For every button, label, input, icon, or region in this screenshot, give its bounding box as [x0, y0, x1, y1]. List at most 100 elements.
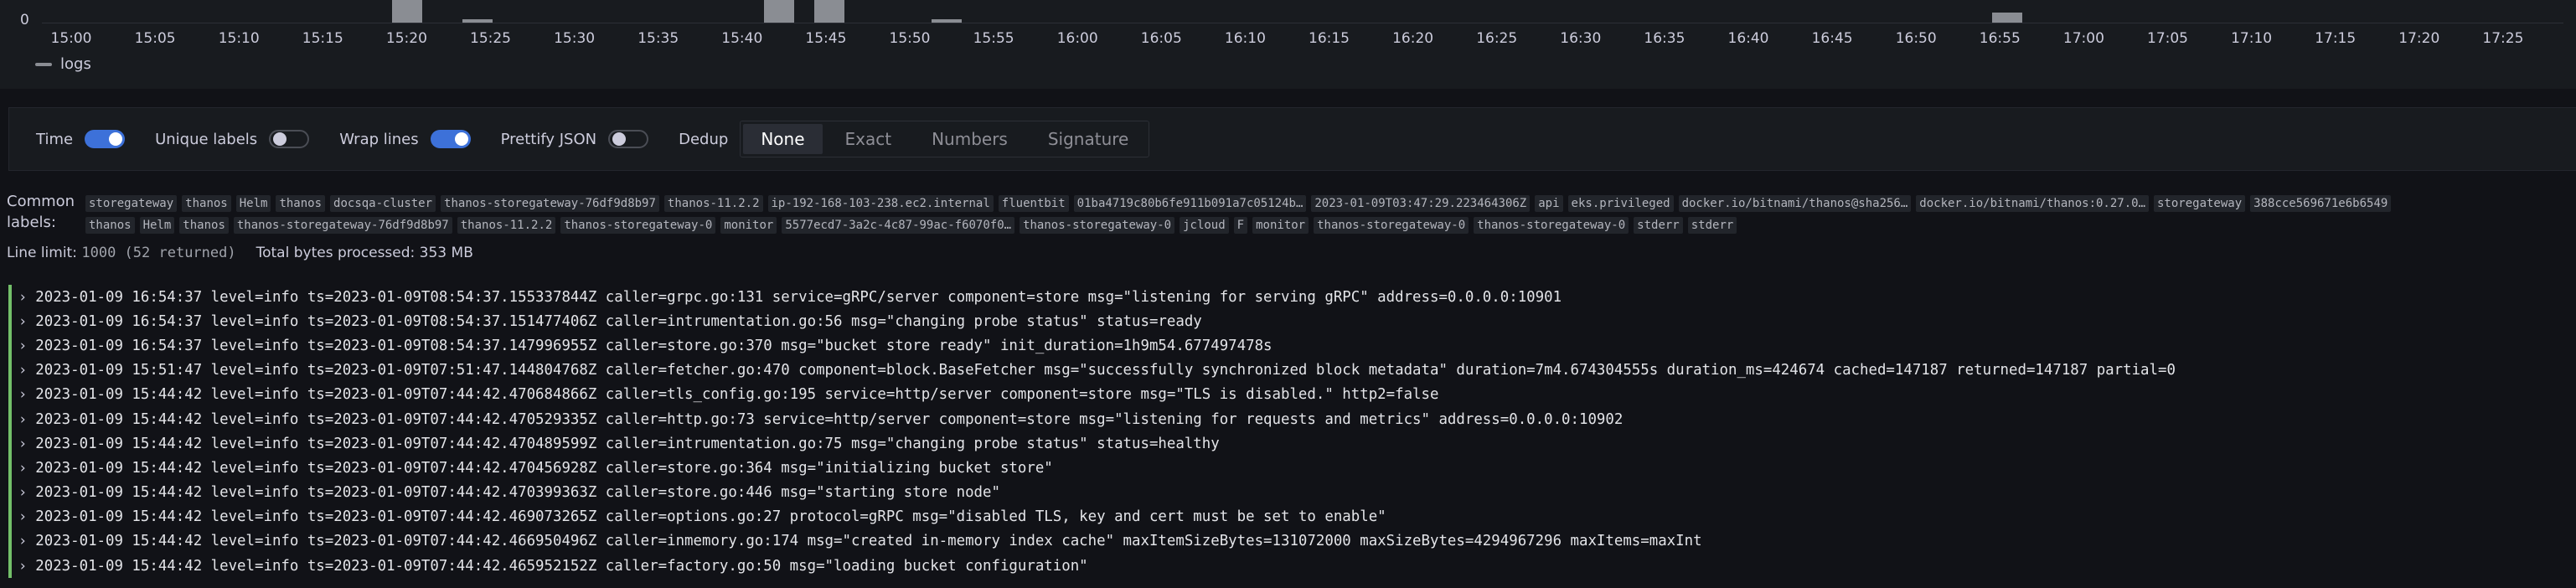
label-chip[interactable]: thanos-storegateway-0: [560, 217, 716, 234]
label-chip[interactable]: thanos-storegateway-76df9d8b97: [233, 217, 452, 234]
chevron-right-icon[interactable]: ›: [18, 533, 27, 549]
label-chip[interactable]: stderr: [1687, 217, 1737, 234]
label-chip[interactable]: docker.io/bitnami/thanos:0.27.0…: [1916, 195, 2149, 212]
log-row[interactable]: › 2023-01-09 16:54:37 level=info ts=2023-…: [8, 309, 2576, 334]
label-chip[interactable]: thanos-storegateway-76df9d8b97: [441, 195, 659, 212]
label-chip[interactable]: thanos: [179, 217, 229, 234]
log-row[interactable]: › 2023-01-09 15:44:42 level=info ts=2023-…: [8, 480, 2576, 505]
chevron-right-icon[interactable]: ›: [18, 338, 27, 354]
chevron-right-icon[interactable]: ›: [18, 313, 27, 330]
chevron-right-icon[interactable]: ›: [18, 386, 27, 403]
x-axis-tick: 15:15: [302, 30, 343, 47]
label-chip[interactable]: monitor: [720, 217, 777, 234]
unique-labels-toggle[interactable]: [269, 130, 310, 148]
label-chip[interactable]: thanos-storegateway-0: [1020, 217, 1175, 234]
label-chip[interactable]: thanos-storegateway-0: [1474, 217, 1629, 234]
log-row[interactable]: › 2023-01-09 15:44:42 level=info ts=2023-…: [8, 456, 2576, 481]
chevron-right-icon[interactable]: ›: [18, 460, 27, 477]
unique-labels-toggle-label: Unique labels: [155, 130, 258, 148]
log-row[interactable]: › 2023-01-09 15:44:42 level=info ts=2023-…: [8, 406, 2576, 432]
log-row[interactable]: › 2023-01-09 16:54:37 level=info ts=2023-…: [8, 333, 2576, 358]
log-row[interactable]: › 2023-01-09 16:54:37 level=info ts=2023-…: [8, 285, 2576, 310]
bytes-processed: Total bytes processed: 353 MB: [256, 245, 473, 261]
legend-item-logs[interactable]: logs: [35, 55, 91, 73]
label-chip[interactable]: api: [1535, 195, 1563, 212]
label-chip[interactable]: F: [1233, 217, 1248, 234]
chevron-right-icon[interactable]: ›: [18, 484, 27, 501]
chevron-right-icon[interactable]: ›: [18, 558, 27, 575]
histogram-bar[interactable]: [462, 19, 493, 23]
histogram-bar[interactable]: [814, 0, 844, 23]
label-chip[interactable]: docsqa-cluster: [330, 195, 436, 212]
prettify-json-toggle-label: Prettify JSON: [500, 130, 597, 148]
logs-volume-histogram: 0 15:00 15:05 15:10 15:15 15:20 15:25 15:30 15:…: [0, 0, 2576, 89]
label-chip[interactable]: storegateway: [85, 195, 178, 212]
dedup-option-exact[interactable]: Exact: [825, 121, 912, 157]
histogram-bar[interactable]: [932, 19, 962, 23]
label-chip[interactable]: 01ba4719c80b6fe911b091a7c05124b…: [1073, 195, 1307, 212]
toggle-knob: [612, 132, 627, 146]
x-axis-tick: 16:20: [1392, 30, 1434, 47]
query-stats: Line limit: 1000 (52 returned) Total byt…: [7, 245, 473, 261]
x-axis-tick: 15:45: [805, 30, 847, 47]
label-chip[interactable]: thanos: [276, 195, 326, 212]
label-chip[interactable]: storegateway: [2154, 195, 2246, 212]
dedup-group: Dedup None Exact Numbers Signature: [679, 121, 1150, 157]
dedup-option-numbers[interactable]: Numbers: [911, 121, 1028, 157]
common-labels-title-line2: labels:: [7, 214, 56, 231]
label-chip[interactable]: 2023-01-09T03:47:29.223464306Z: [1311, 195, 1531, 212]
chevron-right-icon[interactable]: ›: [18, 411, 27, 428]
x-axis-tick: 16:00: [1056, 30, 1098, 47]
label-chip[interactable]: fluentbit: [998, 195, 1069, 212]
log-line-text: 2023-01-09 16:54:37 level=info ts=2023-0…: [35, 288, 1562, 306]
label-chip[interactable]: monitor: [1252, 217, 1309, 234]
time-toggle[interactable]: [85, 130, 126, 148]
label-chip[interactable]: docker.io/bitnami/thanos@sha256…: [1678, 195, 1912, 212]
line-limit-label: Line limit:: [7, 245, 77, 261]
label-chip[interactable]: Helm: [139, 217, 175, 234]
label-chip[interactable]: thanos: [85, 217, 135, 234]
log-row[interactable]: › 2023-01-09 15:44:42 level=info ts=2023-…: [8, 554, 2576, 579]
label-chip[interactable]: 388cce569671e6b6549: [2250, 195, 2392, 212]
chevron-right-icon[interactable]: ›: [18, 508, 27, 525]
common-labels-title-line1: Common: [7, 193, 75, 210]
log-line-text: 2023-01-09 15:44:42 level=info ts=2023-0…: [35, 484, 1000, 502]
label-chip[interactable]: jcloud: [1180, 217, 1229, 234]
wrap-lines-toggle-group: Wrap lines: [339, 130, 471, 148]
log-row[interactable]: › 2023-01-09 15:44:42 level=info ts=2023-…: [8, 431, 2576, 456]
dedup-option-signature[interactable]: Signature: [1028, 121, 1149, 157]
x-axis-tick: 16:40: [1727, 30, 1769, 47]
chevron-right-icon[interactable]: ›: [18, 289, 27, 306]
log-row[interactable]: › 2023-01-09 15:44:42 level=info ts=2023-…: [8, 529, 2576, 554]
x-axis-tick: 15:20: [385, 30, 427, 47]
dedup-option-none[interactable]: None: [743, 124, 823, 154]
label-chip[interactable]: Helm: [235, 195, 271, 212]
label-chip[interactable]: thanos-11.2.2: [663, 195, 763, 212]
label-chip[interactable]: ip-192-168-103-238.ec2.internal: [767, 195, 994, 212]
label-chip[interactable]: thanos-storegateway-0: [1314, 217, 1469, 234]
histogram-bar[interactable]: [764, 0, 794, 23]
label-chip[interactable]: eks.privileged: [1567, 195, 1674, 212]
label-chip[interactable]: thanos-11.2.2: [457, 217, 556, 234]
label-chip[interactable]: thanos: [182, 195, 231, 212]
log-line-text: 2023-01-09 15:44:42 level=info ts=2023-0…: [35, 533, 1702, 550]
line-limit-value: 1000 (52 returned): [81, 245, 236, 261]
log-row[interactable]: › 2023-01-09 15:51:47 level=info ts=2023-…: [8, 358, 2576, 383]
common-labels-list: storegateway thanos Helm thanos docsqa-clust…: [85, 193, 2576, 236]
chevron-right-icon[interactable]: ›: [18, 436, 27, 452]
bytes-processed-value: 353 MB: [419, 245, 473, 261]
chevron-right-icon[interactable]: ›: [18, 362, 27, 379]
histogram-bar[interactable]: [1992, 13, 2022, 23]
dedup-label: Dedup: [679, 130, 729, 148]
log-row[interactable]: › 2023-01-09 15:44:42 level=info ts=2023-…: [8, 504, 2576, 529]
log-line-text: 2023-01-09 15:51:47 level=info ts=2023-0…: [35, 362, 2176, 379]
histogram-plot-area[interactable]: [42, 0, 2563, 23]
wrap-lines-toggle[interactable]: [430, 130, 471, 148]
histogram-bar[interactable]: [392, 0, 422, 23]
label-chip[interactable]: 5577ecd7-3a2c-4c87-99ac-f6070f0…: [782, 217, 1015, 234]
prettify-json-toggle[interactable]: [608, 130, 649, 148]
label-chip[interactable]: stderr: [1634, 217, 1683, 234]
x-axis-tick: 15:50: [889, 30, 931, 47]
log-row[interactable]: › 2023-01-09 15:44:42 level=info ts=2023-…: [8, 382, 2576, 407]
x-axis-tick: 17:15: [2315, 30, 2357, 47]
